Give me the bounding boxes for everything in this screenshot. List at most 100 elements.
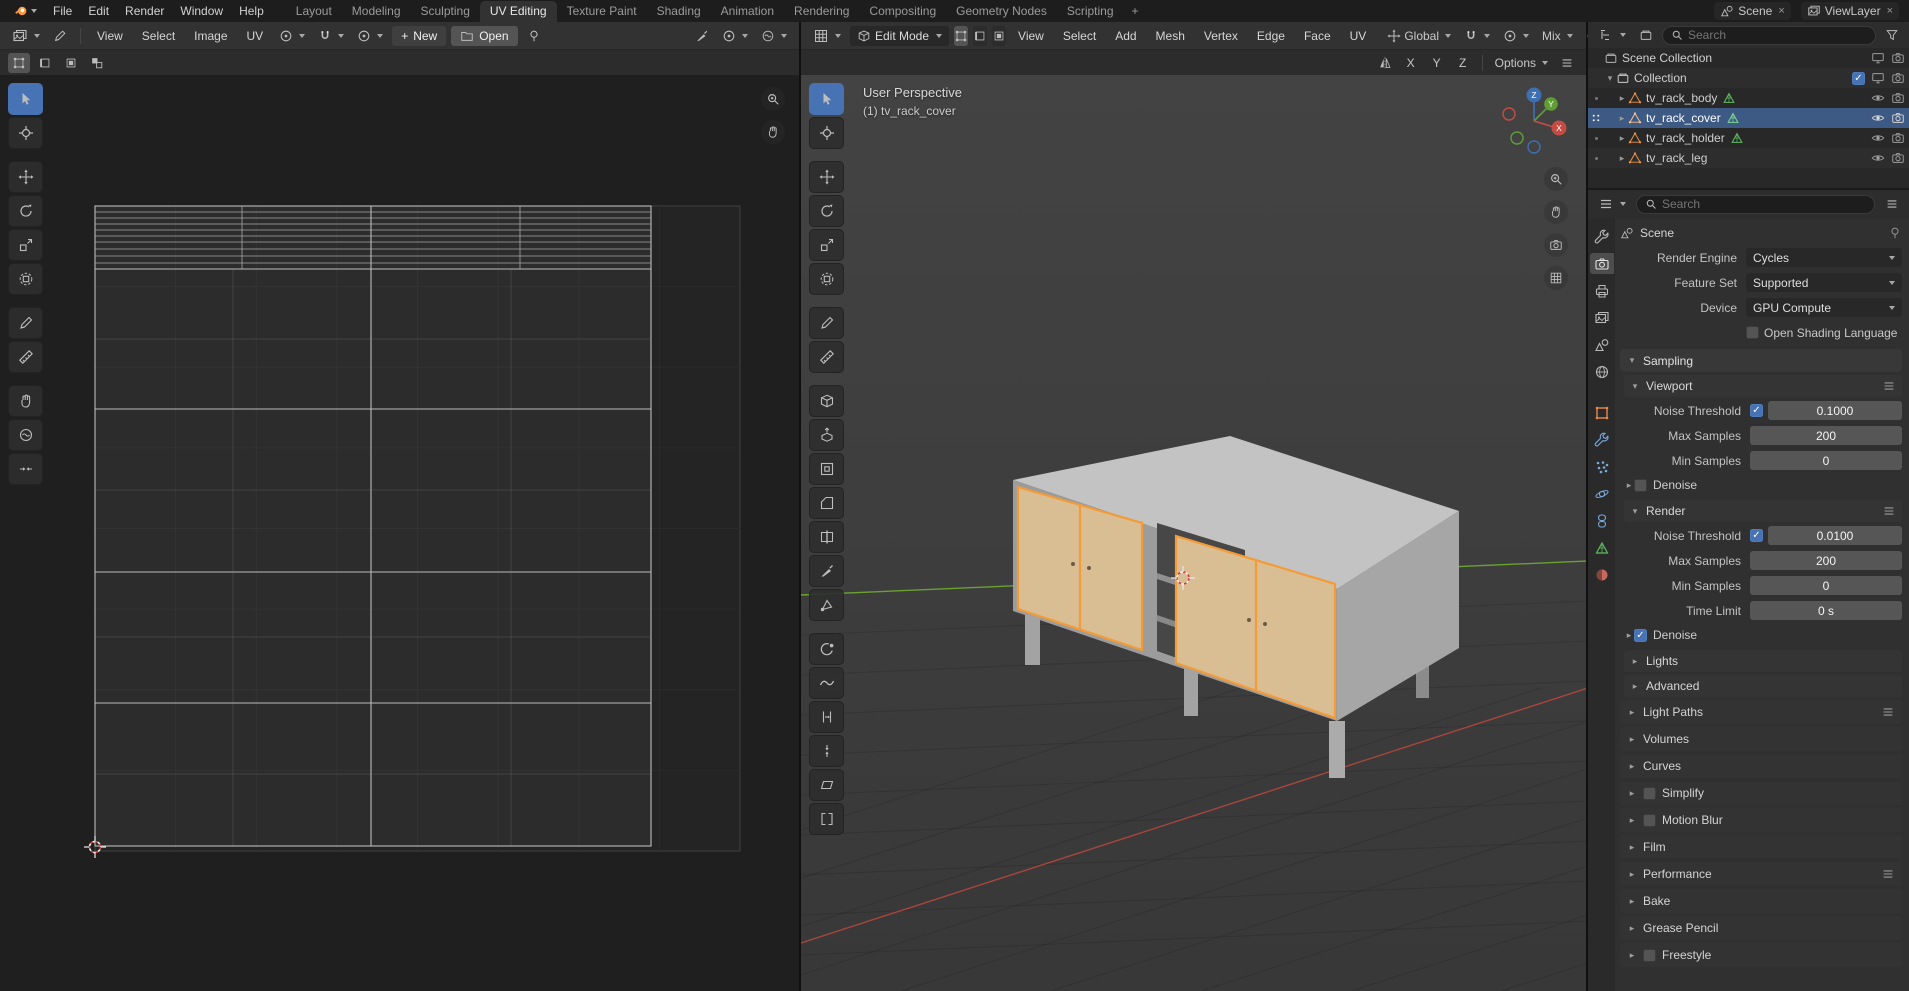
tool-add-cube[interactable] <box>809 385 844 417</box>
scene-unlink-icon[interactable]: × <box>1778 5 1784 17</box>
tab-output[interactable] <box>1590 280 1614 301</box>
tab-constraints[interactable] <box>1590 510 1614 531</box>
outliner-row-scene-collection[interactable]: Scene Collection <box>1588 48 1909 68</box>
vp-menu-view[interactable]: View <box>1011 29 1051 43</box>
uv-menu-image[interactable]: Image <box>187 29 234 43</box>
hide-eye-icon[interactable] <box>1871 111 1885 125</box>
tool-measure[interactable] <box>809 341 844 373</box>
uv-snap-button[interactable] <box>314 26 348 46</box>
motion-blur-panel-header[interactable]: ▸ Motion Blur <box>1620 808 1902 832</box>
min-samples-field[interactable]: 0 <box>1750 576 1902 595</box>
outliner-row-collection[interactable]: ▾ Collection ✓ <box>1588 68 1909 88</box>
outliner-editor-type-button[interactable] <box>1594 25 1630 45</box>
pan-hand-icon[interactable] <box>1544 200 1568 224</box>
zoom-icon[interactable] <box>1544 167 1568 191</box>
tool-pinch[interactable] <box>8 453 43 485</box>
simplify-panel-header[interactable]: ▸ Simplify <box>1620 781 1902 805</box>
tab-tool[interactable] <box>1590 226 1614 247</box>
tool-scale[interactable] <box>809 229 844 261</box>
freestyle-panel-header[interactable]: ▸ Freestyle <box>1620 943 1902 967</box>
menu-help[interactable]: Help <box>231 4 272 18</box>
feature-set-dropdown[interactable]: Supported <box>1746 273 1902 292</box>
tab-material[interactable] <box>1590 564 1614 585</box>
orientation-dropdown[interactable]: Global <box>1383 26 1455 46</box>
select-mode-edge[interactable] <box>973 25 988 46</box>
navigation-gizmo[interactable]: Z Y X <box>1496 83 1572 159</box>
tab-rendering[interactable]: Rendering <box>784 1 859 22</box>
vp-menu-mesh[interactable]: Mesh <box>1149 29 1192 43</box>
tool-rip-region[interactable] <box>809 803 844 835</box>
toggle-ortho-grid-icon[interactable] <box>1544 266 1568 290</box>
tool-tweak-select[interactable] <box>809 83 844 115</box>
tool-annotate[interactable] <box>8 307 43 339</box>
tab-render[interactable] <box>1589 253 1614 274</box>
properties-search-input[interactable] <box>1662 197 1866 211</box>
outliner-row-object[interactable]: ▸ tv_rack_leg <box>1588 148 1909 168</box>
tool-cursor[interactable] <box>8 117 43 149</box>
tool-shear[interactable] <box>809 769 844 801</box>
add-workspace-button[interactable]: + <box>1124 1 1147 22</box>
tab-sculpting[interactable]: Sculpting <box>411 1 480 22</box>
tool-bevel[interactable] <box>809 487 844 519</box>
tool-smooth[interactable] <box>809 667 844 699</box>
expand-icon[interactable]: ▸ <box>1616 113 1628 124</box>
render-visibility-icon[interactable] <box>1891 91 1905 105</box>
tab-object[interactable] <box>1590 402 1614 423</box>
grease-pencil-panel-header[interactable]: ▸ Grease Pencil <box>1620 916 1902 940</box>
min-samples-field[interactable]: 0 <box>1750 451 1902 470</box>
viewport-denoise-checkbox[interactable] <box>1634 478 1647 492</box>
blender-menu-button[interactable] <box>6 4 45 18</box>
tab-physics[interactable] <box>1590 483 1614 504</box>
tab-texture-paint[interactable]: Texture Paint <box>557 1 647 22</box>
tab-compositing[interactable]: Compositing <box>859 1 946 22</box>
viewlayer-remove-icon[interactable]: × <box>1887 5 1893 17</box>
render-denoise-row[interactable]: ▸ ✓ Denoise <box>1624 623 1902 647</box>
menu-render[interactable]: Render <box>117 4 172 18</box>
outliner-row-object[interactable]: ▸ tv_rack_holder <box>1588 128 1909 148</box>
uv-select-mode-edge[interactable] <box>34 52 56 73</box>
tab-world[interactable] <box>1590 361 1614 382</box>
tool-move[interactable] <box>809 161 844 193</box>
tool-measure[interactable] <box>8 341 43 373</box>
render-visibility-icon[interactable] <box>1891 111 1905 125</box>
pin-icon[interactable] <box>1888 226 1902 240</box>
tool-inset-faces[interactable] <box>809 453 844 485</box>
tool-relax[interactable] <box>8 419 43 451</box>
mirror-button[interactable] <box>1374 53 1396 73</box>
max-samples-field[interactable]: 200 <box>1750 551 1902 570</box>
tool-shrink-fatten[interactable] <box>809 735 844 767</box>
device-dropdown[interactable]: GPU Compute <box>1746 298 1902 317</box>
vp-menu-face[interactable]: Face <box>1297 29 1338 43</box>
tab-modifiers[interactable] <box>1590 429 1614 450</box>
simplify-checkbox[interactable] <box>1643 786 1656 800</box>
viewlayer-selector[interactable]: ViewLayer × <box>1800 2 1899 20</box>
tab-scripting[interactable]: Scripting <box>1057 1 1124 22</box>
mirror-x-toggle[interactable]: X <box>1399 52 1422 73</box>
tool-tweak-select[interactable] <box>8 83 43 115</box>
sampling-panel-header[interactable]: ▾ Sampling <box>1620 349 1902 372</box>
uv-menu-uv[interactable]: UV <box>240 29 271 43</box>
snap-toggle[interactable] <box>1460 26 1494 46</box>
vp-menu-add[interactable]: Add <box>1108 29 1143 43</box>
select-mode-face[interactable] <box>992 25 1007 46</box>
uv-select-mode-island[interactable] <box>86 52 108 73</box>
uv-greasepencil-button[interactable] <box>49 26 71 46</box>
pan-hand-icon[interactable] <box>761 120 785 144</box>
expand-icon[interactable]: ▸ <box>1616 93 1628 104</box>
image-pin-button[interactable] <box>523 26 545 46</box>
render-visibility-icon[interactable] <box>1891 151 1905 165</box>
render-denoise-checkbox[interactable]: ✓ <box>1634 628 1647 642</box>
light-paths-panel-header[interactable]: ▸ Light Paths <box>1620 700 1902 724</box>
tool-knife[interactable] <box>809 555 844 587</box>
uv-menu-view[interactable]: View <box>90 29 130 43</box>
tab-scene[interactable] <box>1590 334 1614 355</box>
osl-checkbox[interactable] <box>1746 326 1759 339</box>
presets-icon[interactable] <box>1882 379 1896 393</box>
viewport-denoise-row[interactable]: ▸ Denoise <box>1624 473 1902 497</box>
render-visibility-icon[interactable] <box>1891 131 1905 145</box>
uv-menu-select[interactable]: Select <box>135 29 182 43</box>
tool-scale[interactable] <box>8 229 43 261</box>
viewport-visibility-icon[interactable] <box>1871 51 1885 65</box>
uv-editor-type-button[interactable] <box>8 26 44 46</box>
freestyle-checkbox[interactable] <box>1643 948 1656 962</box>
